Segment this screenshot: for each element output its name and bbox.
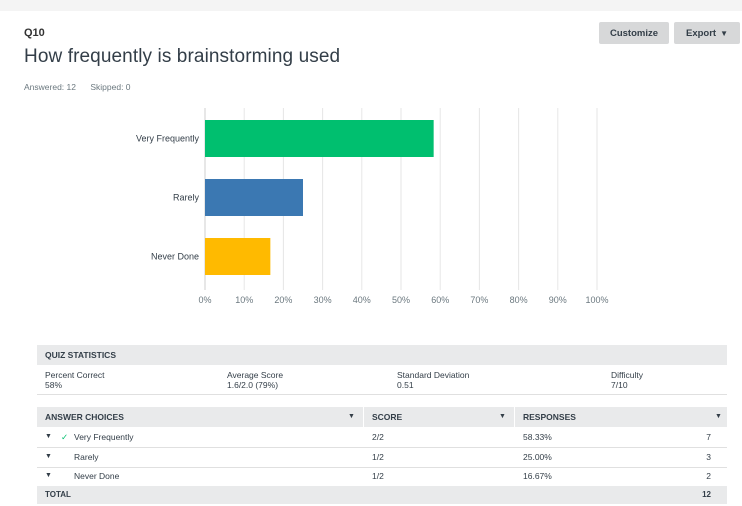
stat-label: Standard Deviation: [397, 370, 470, 380]
bar[interactable]: [205, 179, 303, 216]
expand-caret-icon[interactable]: ▼: [45, 433, 52, 440]
sort-dropdown-icon[interactable]: ▼: [499, 413, 506, 420]
total-count: 12: [702, 490, 711, 499]
x-tick-label: 100%: [585, 295, 608, 305]
answer-score: 1/2: [372, 471, 384, 481]
category-label: Never Done: [151, 252, 199, 262]
answer-choice: Never Done: [74, 471, 120, 481]
x-tick-label: 70%: [470, 295, 488, 305]
stat-average-score: Average Score 1.6/2.0 (79%): [227, 370, 283, 390]
response-percent: 16.67%: [523, 471, 552, 481]
column-divider: [514, 407, 515, 427]
x-tick-label: 90%: [549, 295, 567, 305]
response-count: 7: [706, 432, 711, 442]
stat-value: 0.51: [397, 380, 414, 390]
chart-labels: 0% 10% 20% 30% 40% 50% 60% 70% 80% 90% 100% Very Fr…: [136, 134, 609, 306]
x-tick-label: 10%: [235, 295, 253, 305]
stat-value: 1.6/2.0 (79%): [227, 380, 279, 390]
column-answer-choices[interactable]: ANSWER CHOICES: [45, 407, 124, 427]
x-tick-label: 60%: [431, 295, 449, 305]
column-score[interactable]: SCORE: [372, 407, 402, 427]
response-percent: 58.33%: [523, 432, 552, 442]
answer-choice: Very Frequently: [74, 432, 134, 442]
quiz-statistics-header: QUIZ STATISTICS: [37, 345, 727, 365]
category-label: Very Frequently: [136, 134, 200, 144]
stat-standard-deviation: Standard Deviation 0.51: [397, 370, 469, 390]
category-label: Rarely: [173, 193, 200, 203]
sort-dropdown-icon[interactable]: ▼: [715, 413, 722, 420]
expand-caret-icon[interactable]: ▼: [45, 472, 52, 479]
bar[interactable]: [205, 238, 271, 275]
x-tick-label: 40%: [353, 295, 371, 305]
x-tick-label: 0%: [198, 295, 211, 305]
x-tick-label: 50%: [392, 295, 410, 305]
x-tick-label: 80%: [510, 295, 528, 305]
stat-label: Average Score: [227, 370, 284, 380]
answer-table-header: ANSWER CHOICES ▼ SCORE ▼ RESPONSES ▼: [37, 407, 727, 427]
bar[interactable]: [205, 120, 434, 157]
x-tick-label: 30%: [314, 295, 332, 305]
expand-caret-icon[interactable]: ▼: [45, 453, 52, 460]
column-divider: [363, 407, 364, 427]
sort-dropdown-icon[interactable]: ▼: [348, 413, 355, 420]
answer-score: 1/2: [372, 452, 384, 462]
stat-difficulty: Difficulty 7/10: [611, 370, 643, 390]
stat-percent-correct: Percent Correct 58%: [45, 370, 105, 390]
response-count: 2: [706, 471, 711, 481]
answer-score: 2/2: [372, 432, 384, 442]
table-row: ▼ Rarely 1/2 25.00% 3: [37, 448, 727, 468]
stat-label: Percent Correct: [45, 370, 105, 380]
column-responses[interactable]: RESPONSES: [523, 407, 576, 427]
response-count: 3: [706, 452, 711, 462]
stat-value: 58%: [45, 380, 63, 390]
chart-bars: [205, 120, 434, 275]
table-row: ▼ Never Done 1/2 16.67% 2: [37, 467, 727, 487]
table-total-row: TOTAL 12: [37, 486, 727, 504]
answer-choice: Rarely: [74, 452, 99, 462]
x-tick-label: 20%: [274, 295, 292, 305]
table-row: ▼ ✓ Very Frequently 2/2 58.33% 7: [37, 428, 727, 448]
stat-value: 7/10: [611, 380, 628, 390]
response-percent: 25.00%: [523, 452, 552, 462]
total-label: TOTAL: [45, 490, 71, 499]
quiz-statistics: Percent Correct 58% Average Score 1.6/2.…: [37, 365, 727, 395]
stat-label: Difficulty: [611, 370, 643, 380]
check-icon: ✓: [61, 432, 69, 442]
